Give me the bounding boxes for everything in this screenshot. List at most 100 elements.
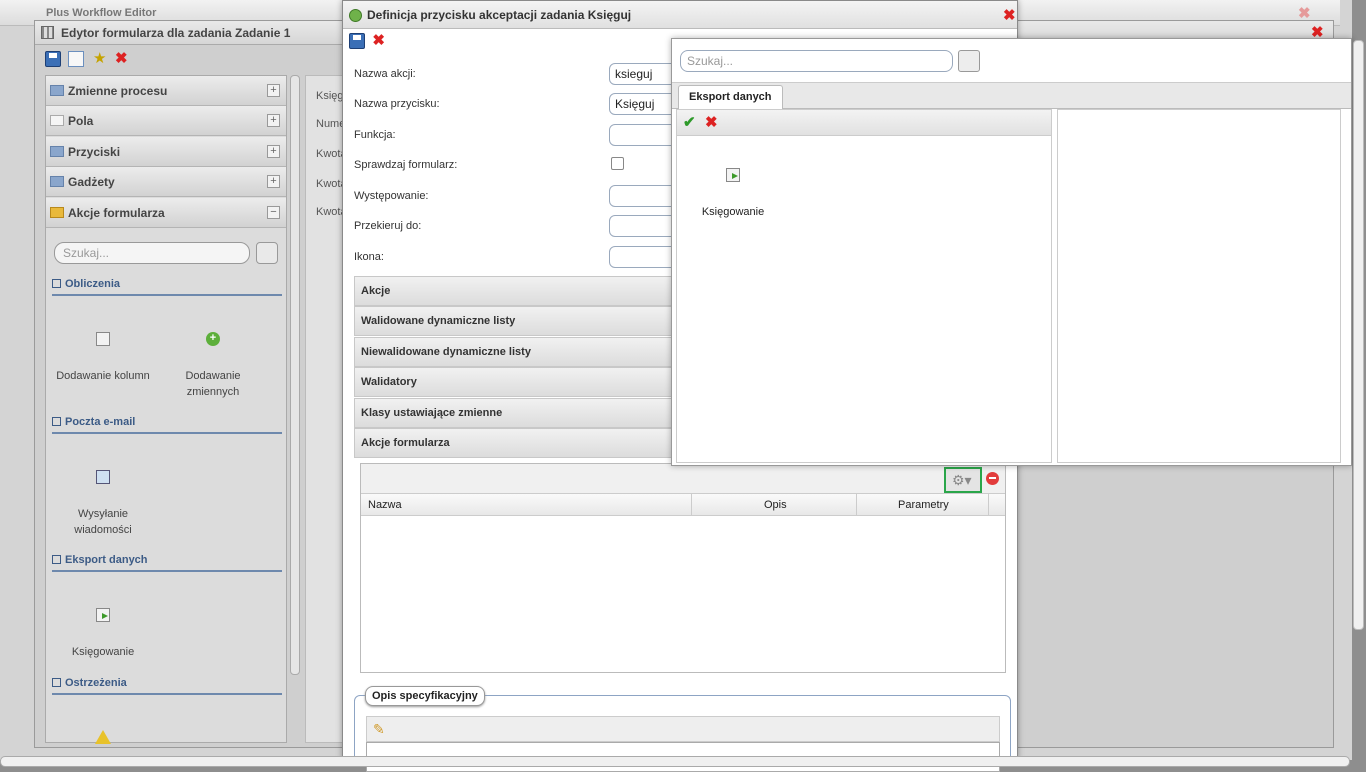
remove-icon[interactable] bbox=[986, 472, 999, 485]
section-label: Akcje formularza bbox=[68, 206, 165, 220]
item-label: Wysyłanie wiadomości bbox=[74, 508, 132, 536]
editor-toolbar: ✎ bbox=[366, 716, 1000, 742]
add-action-button[interactable]: ⚙▾ bbox=[944, 467, 982, 493]
popup-tabs: Eksport danych bbox=[672, 82, 1351, 110]
palette-item-ksiegowanie[interactable]: Księgowanie bbox=[48, 608, 158, 660]
app-title: Plus Workflow Editor bbox=[46, 7, 157, 19]
app-close-icon[interactable]: ✖ bbox=[1298, 6, 1311, 21]
col-divider bbox=[988, 494, 989, 516]
collapse-icon[interactable] bbox=[52, 416, 61, 426]
horizontal-scrollbar[interactable] bbox=[0, 756, 1350, 767]
section-pola[interactable]: Pola + bbox=[46, 106, 286, 136]
save-icon[interactable] bbox=[349, 33, 365, 49]
accept-icon[interactable]: ✔ bbox=[683, 113, 696, 131]
canvas-label: Księg bbox=[316, 90, 344, 102]
lightning-icon bbox=[50, 207, 64, 218]
popup-item-ksiegowanie[interactable]: Księgowanie bbox=[687, 168, 779, 218]
label-funkcja: Funkcja: bbox=[354, 129, 396, 141]
section-label: Pola bbox=[68, 114, 94, 128]
section-label: Zmienne procesu bbox=[68, 84, 168, 98]
group-ostrzezenia[interactable]: Ostrzeżenia bbox=[52, 677, 282, 695]
mail-icon bbox=[96, 470, 110, 484]
collapse-icon[interactable] bbox=[52, 554, 61, 564]
section-zmienne-procesu[interactable]: Zmienne procesu + bbox=[46, 76, 286, 106]
editor-toolbar: ★ ✖ bbox=[45, 51, 135, 71]
label-sprawdzaj: Sprawdzaj formularz: bbox=[354, 159, 458, 171]
add-column-icon bbox=[96, 332, 110, 346]
variables-icon bbox=[50, 85, 64, 96]
search-button[interactable] bbox=[958, 50, 980, 72]
form-canvas-panel: Księg Numer Kwota Kwota Kwota bbox=[305, 75, 349, 743]
col-opis[interactable]: Opis bbox=[764, 499, 787, 511]
label-nazwa-przycisku: Nazwa przycisku: bbox=[354, 98, 440, 110]
col-nazwa[interactable]: Nazwa bbox=[368, 499, 402, 511]
wand-icon[interactable]: ★ bbox=[92, 51, 108, 67]
palette-item-wysylanie[interactable]: Wysyłanie wiadomości bbox=[48, 470, 158, 538]
palette-search-input[interactable]: Szukaj... bbox=[54, 242, 250, 264]
popup-search-input[interactable]: Szukaj... bbox=[680, 50, 953, 72]
button-icon bbox=[50, 146, 64, 157]
dialog-toolbar: ✖ bbox=[349, 33, 392, 49]
label-wystepowanie: Występowanie: bbox=[354, 190, 429, 202]
item-label: Dodawanie kolumn bbox=[56, 370, 150, 382]
col-parametry[interactable]: Parametry bbox=[898, 499, 949, 511]
gadget-icon bbox=[50, 176, 64, 187]
section-przyciski[interactable]: Przyciski + bbox=[46, 137, 286, 167]
expand-icon[interactable]: + bbox=[267, 84, 280, 97]
check-icon bbox=[349, 9, 362, 22]
opis-legend[interactable]: Opis specyfikacyjny bbox=[365, 686, 485, 706]
search-button[interactable] bbox=[256, 242, 278, 264]
export-icon bbox=[96, 608, 110, 622]
grid-icon bbox=[41, 26, 54, 39]
col-divider bbox=[691, 494, 692, 516]
pencil-icon[interactable]: ✎ bbox=[373, 721, 385, 738]
editor-title: Edytor formularza dla zadania Zadanie 1 bbox=[61, 26, 291, 40]
collapse-icon[interactable] bbox=[52, 677, 61, 687]
label-przekieruj: Przekieruj do: bbox=[354, 220, 422, 232]
export-icon bbox=[726, 168, 740, 182]
sprawdzaj-checkbox[interactable] bbox=[611, 157, 624, 170]
group-poczta[interactable]: Poczta e-mail bbox=[52, 416, 282, 434]
collapse-icon[interactable] bbox=[52, 278, 61, 288]
popup-items-panel: ✔ ✖ Księgowanie bbox=[676, 109, 1052, 463]
col-divider bbox=[856, 494, 857, 516]
page-scrollbar[interactable] bbox=[1353, 40, 1364, 630]
dialog-title: Definicja przycisku akceptacji zadania K… bbox=[367, 8, 632, 22]
plus-circle-icon: + bbox=[206, 332, 220, 346]
expand-icon[interactable]: + bbox=[267, 114, 280, 127]
group-label: Poczta e-mail bbox=[65, 416, 136, 428]
label-ikona: Ikona: bbox=[354, 251, 384, 263]
palette-scrollbar[interactable] bbox=[290, 75, 300, 675]
preview-icon[interactable] bbox=[68, 51, 85, 67]
group-label: Eksport danych bbox=[65, 554, 148, 566]
reject-icon[interactable]: ✖ bbox=[705, 113, 718, 131]
gear-icon: ⚙▾ bbox=[952, 472, 972, 488]
grid-header: Nazwa Opis Parametry bbox=[361, 494, 1005, 516]
dialog-close-icon[interactable]: ✖ bbox=[1003, 8, 1016, 23]
field-icon bbox=[50, 115, 64, 126]
expand-icon[interactable]: + bbox=[267, 145, 280, 158]
close-icon[interactable]: ✖ bbox=[115, 51, 131, 67]
group-obliczenia[interactable]: Obliczenia bbox=[52, 278, 282, 296]
dialog-titlebar: Definicja przycisku akceptacji zadania K… bbox=[343, 1, 1017, 29]
opis-fieldset: Opis specyfikacyjny ✎ bbox=[354, 686, 1011, 772]
palette-item-dodawanie-kolumn[interactable]: Dodawanie kolumn bbox=[48, 332, 158, 384]
save-icon[interactable] bbox=[45, 51, 61, 67]
cancel-icon[interactable]: ✖ bbox=[372, 33, 388, 49]
popup-details-panel bbox=[1057, 109, 1341, 463]
tab-eksport-danych[interactable]: Eksport danych bbox=[678, 85, 783, 110]
section-akcje-formularza[interactable]: Akcje formularza − bbox=[46, 198, 286, 228]
action-picker-popup: Szukaj... Eksport danych ✔ ✖ Księgowanie bbox=[671, 38, 1352, 466]
grid-toolbar: ⚙▾ bbox=[361, 464, 1005, 494]
palette-item-dodawanie-zmiennych[interactable]: + Dodawanie zmiennych bbox=[158, 332, 268, 400]
popup-toolbar: ✔ ✖ bbox=[677, 110, 1051, 136]
collapse-icon[interactable]: − bbox=[267, 206, 280, 219]
group-eksport[interactable]: Eksport danych bbox=[52, 554, 282, 572]
item-label: Dodawanie zmiennych bbox=[185, 370, 241, 398]
expand-icon[interactable]: + bbox=[267, 175, 280, 188]
item-label: Księgowanie bbox=[701, 206, 765, 218]
group-label: Ostrzeżenia bbox=[65, 677, 127, 689]
section-gadzety[interactable]: Gadżety + bbox=[46, 167, 286, 197]
form-actions-grid: ⚙▾ Nazwa Opis Parametry bbox=[360, 463, 1006, 673]
palette-panel: Zmienne procesu + Pola + Przyciski + Gadżet… bbox=[45, 75, 287, 744]
